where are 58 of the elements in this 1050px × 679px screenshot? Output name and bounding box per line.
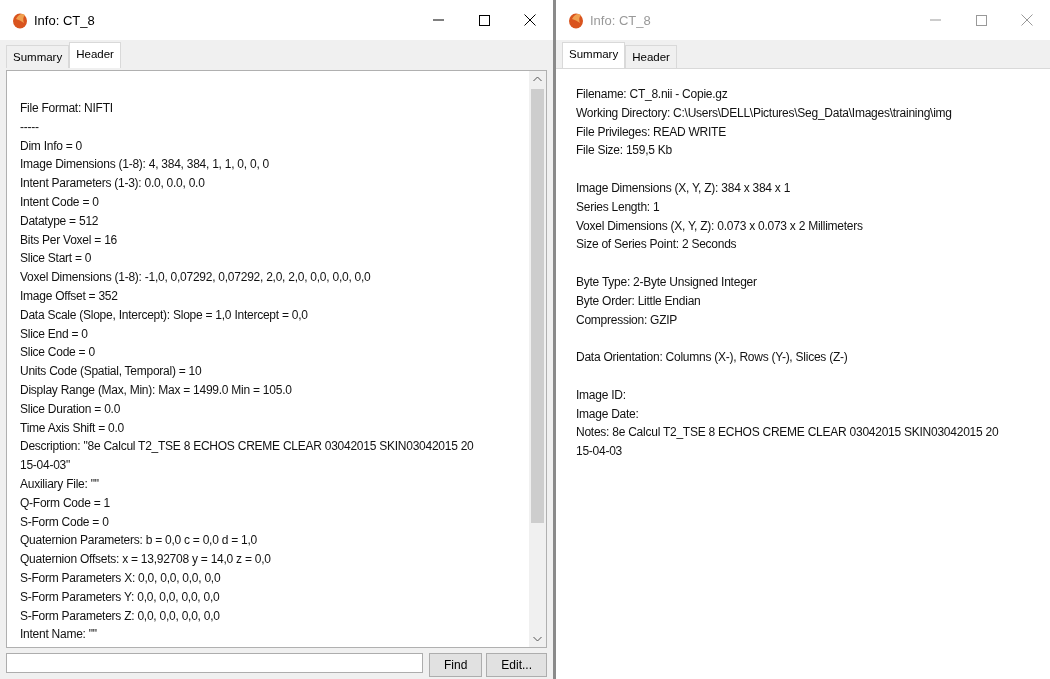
header-line: Quaternion Offsets: x = 13,92708 y = 14,0 z = 0,0	[20, 551, 272, 569]
header-line: Image Offset = 352	[20, 287, 119, 305]
header-line: Units Code (Spatial, Temporal) = 10	[20, 363, 203, 381]
summary-line: Data Orientation: Columns (X-), Rows (Y-), Slices (Z-)	[576, 349, 849, 367]
header-line: Slice Code = 0	[20, 344, 96, 362]
summary-line: Size of Series Point: 2 Seconds	[576, 236, 738, 254]
summary-line: Working Directory: C:\Users\DELL\Pictures\Seg_Data\Images\training\img	[576, 104, 953, 122]
header-line: Image Dimensions (1-8): 4, 384, 384, 1, 1, 0, 0, 0	[20, 156, 270, 174]
header-line: Q-Form Code = 1	[20, 494, 111, 512]
summary-line: File Privileges: READ WRITE	[576, 123, 727, 141]
summary-line: File Size: 159,5 Kb	[576, 142, 673, 160]
summary-line: 15-04-03	[576, 443, 624, 461]
tab[interactable]: Summary	[562, 42, 626, 68]
header-line: Slice End = 0	[20, 325, 89, 343]
header-line: 15-04-03"	[20, 457, 72, 475]
summary-line: Filename: CT_8.nii - Copie.gz	[576, 86, 729, 103]
summary-line: Series Length: 1	[576, 198, 661, 216]
find-field[interactable]	[6, 653, 423, 673]
dialog-button[interactable]: Edit...	[486, 653, 547, 677]
summary-line: Byte Type: 2-Byte Unsigned Integer	[576, 273, 758, 291]
header-line: Dim Info = 0	[20, 137, 84, 155]
summary-line: Image Dimensions (X, Y, Z): 384 x 384 x 1	[576, 180, 792, 197]
header-line: Time Axis Shift = 0.0	[20, 419, 125, 437]
header-line: Auxiliary File: ""	[20, 475, 100, 493]
header-line: Datatype = 512	[20, 212, 100, 230]
header-line: S-Form Parameters Z: 0,0, 0,0, 0,0, 0,0	[20, 607, 221, 625]
header-line: File Format: NIFTI	[20, 100, 114, 117]
summary-line: Image ID:	[576, 386, 627, 404]
header-line: Data Scale (Slope, Intercept): Slope = 1,0 Intercept = 0,0	[20, 306, 309, 324]
header-line: S-Form Parameters Y: 0,0, 0,0, 0,0, 0,0	[20, 588, 221, 606]
window-title: Info: CT_8	[590, 12, 652, 28]
header-line: S-Form Code = 0	[20, 513, 110, 531]
app-icon	[568, 11, 584, 29]
header-line: Bits Per Voxel = 16	[20, 231, 118, 249]
header-line: Intent Code = 0	[20, 194, 100, 211]
dialog-button[interactable]: Find	[428, 653, 483, 677]
tab[interactable]: Header	[625, 45, 677, 68]
tab[interactable]: Header	[69, 42, 121, 68]
header-line: Quaternion Parameters: b = 0,0 c = 0,0 d = 1,0	[20, 532, 258, 550]
scrollbar[interactable]	[529, 71, 546, 647]
header-line: Intent Name: ""	[20, 626, 98, 644]
header-line: -----	[20, 118, 40, 136]
header-line: Intent Parameters (1-3): 0.0, 0.0, 0.0	[20, 175, 206, 193]
summary-line: Byte Order: Little Endian	[576, 292, 702, 310]
summary-line: Notes: 8e Calcul T2_TSE 8 ECHOS CREME CLEAR 03042015 SKIN03042015 20	[576, 424, 1000, 442]
tab[interactable]: Summary	[6, 45, 70, 68]
summary-line: Compression: GZIP	[576, 311, 679, 329]
summary-line: Image Date:	[576, 405, 640, 423]
header-line: S-Form Parameters X: 0,0, 0,0, 0,0, 0,0	[20, 569, 222, 587]
header-line: Description: "8e Calcul T2_TSE 8 ECHOS CREME CLEAR 03042015 SKIN03042015 20	[20, 438, 475, 456]
header-line: Slice Duration = 0.0	[20, 400, 122, 418]
summary-line: Voxel Dimensions (X, Y, Z): 0.073 x 0.073 x 2 Millimeters	[576, 217, 864, 235]
header-line: Voxel Dimensions (1-8): -1,0, 0,07292, 0,07292, 2,0, 2,0, 0,0, 0,0, 0,0	[20, 269, 372, 287]
window-title: Info: CT_8	[34, 12, 96, 28]
header-line: Display Range (Max, Min): Max = 1499.0 Min = 105.0	[20, 381, 293, 399]
header-line: Slice Start = 0	[20, 250, 93, 268]
app-icon	[12, 11, 28, 29]
text-area[interactable]	[6, 70, 547, 648]
